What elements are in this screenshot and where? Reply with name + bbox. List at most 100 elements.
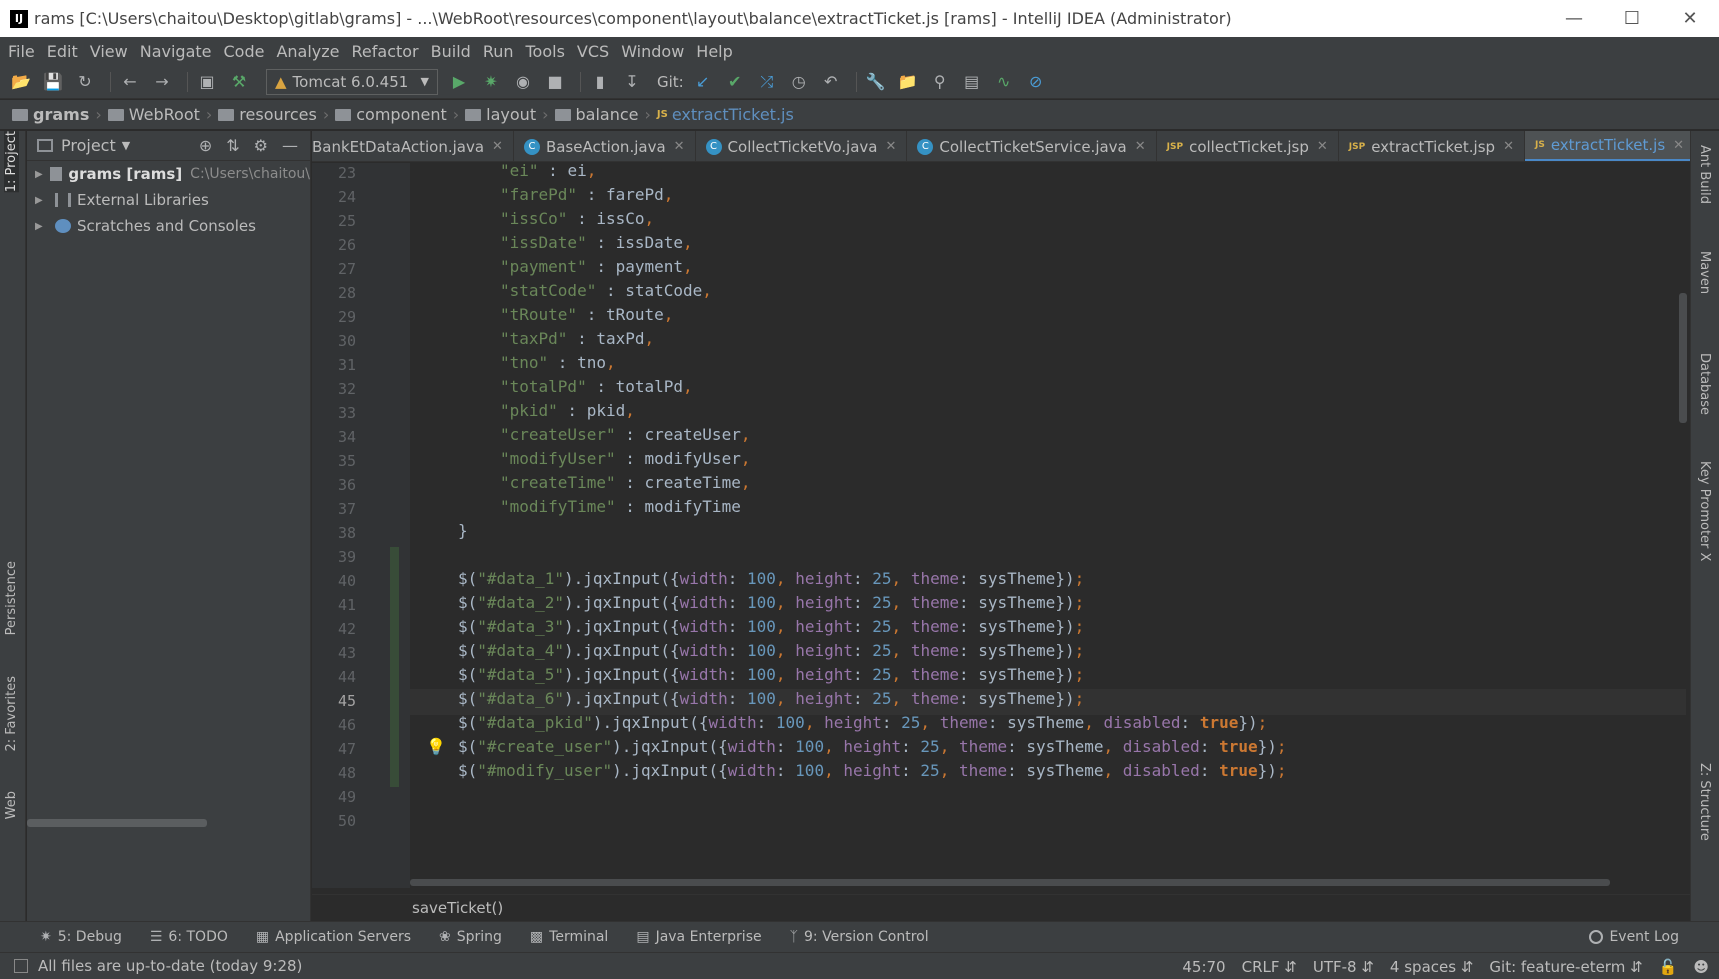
todo-tool-button[interactable]: ☰ 6: TODO [150,929,228,945]
code-line[interactable]: } [458,521,468,547]
close-tab-icon[interactable]: ✕ [1503,139,1514,154]
tab-bank-et-data-action[interactable]: BankEtDataAction.java ✕ [312,131,514,161]
tab-collect-ticket-jsp[interactable]: JSP collectTicket.jsp ✕ [1157,131,1339,161]
code-line[interactable]: $("#data_5").jqxInput({width: 100, heigh… [458,665,1084,691]
run-icon[interactable]: ▶ [446,69,472,95]
menu-edit[interactable]: Edit [43,42,82,61]
code-line[interactable]: $("#data_1").jqxInput({width: 100, heigh… [458,569,1084,595]
version-control-tool-button[interactable]: ᛉ 9: Version Control [790,929,929,945]
save-icon[interactable]: 💾 [40,69,66,95]
method-breadcrumb-label[interactable]: saveTicket() [412,899,503,917]
code-line[interactable]: "payment" : payment, [500,257,693,283]
ant-build-tool-button[interactable]: Ant Build [1697,145,1712,204]
chevron-down-icon[interactable]: ▼ [122,139,130,152]
code-line[interactable]: "tRoute" : tRoute, [500,305,673,331]
close-tab-icon[interactable]: ✕ [492,139,503,154]
breadcrumb-layout[interactable]: layout › [465,105,549,124]
menu-window[interactable]: Window [617,42,688,61]
maven-tool-button[interactable]: Maven [1697,251,1712,294]
lightbulb-icon[interactable]: 💡 [426,737,446,756]
code-line[interactable]: "modifyUser" : modifyUser, [500,449,750,475]
code-line[interactable]: "ei" : ei, [500,163,596,187]
forward-arrow-icon[interactable]: → [149,69,175,95]
menu-navigate[interactable]: Navigate [136,42,216,61]
git-update-icon[interactable]: ↙ [690,69,716,95]
git-rollback-icon[interactable]: ↶ [818,69,844,95]
caret-position[interactable]: 45:70 [1182,958,1225,976]
maximize-button[interactable]: ☐ [1603,0,1661,37]
tree-item-grams[interactable]: ▶ grams [rams] C:\Users\chaitou\ [27,161,310,187]
tree-item-scratches[interactable]: ▶ Scratches and Consoles [27,213,310,239]
code-line[interactable]: $("#modify_user").jqxInput({width: 100, … [458,761,1287,787]
toggle-tool-windows-icon[interactable] [14,959,28,973]
breadcrumb-file[interactable]: JS extractTicket.js [657,105,794,124]
web-tool-button[interactable]: Web [4,791,19,819]
git-compare-icon[interactable]: ⤮ [754,69,780,95]
favorites-tool-button[interactable]: 2: Favorites [4,676,19,752]
tree-item-external-libraries[interactable]: ▶ External Libraries [27,187,310,213]
run-configuration-dropdown[interactable]: ▲ Tomcat 6.0.451 ▼ [266,68,438,95]
key-promoter-tool-button[interactable]: Key Promoter X [1697,461,1712,561]
menu-tools[interactable]: Tools [522,42,569,61]
editor-gutter[interactable]: 23 24 25 26 27 28 29 30 31 32 33 34 35 36 37 38 39 40 41 42… [312,163,410,888]
activity-monitor-icon[interactable]: ∿ [991,69,1017,95]
code-line[interactable]: "statCode" : statCode, [500,281,712,307]
tab-extract-ticket-js[interactable]: JS extractTicket.js ✕ [1524,131,1690,161]
breadcrumb-grams[interactable]: grams › [12,105,102,124]
stop-icon[interactable]: ■ [542,69,568,95]
code-line[interactable]: "taxPd" : taxPd, [500,329,654,355]
menu-view[interactable]: View [86,42,132,61]
code-line[interactable]: $("#data_2").jqxInput({width: 100, heigh… [458,593,1084,619]
code-line[interactable]: "modifyTime" : modifyTime [500,497,741,523]
line-separator-selector[interactable]: CRLF ⇵ [1242,958,1297,976]
open-folder-icon[interactable]: 📂 [8,69,34,95]
menu-run[interactable]: Run [479,42,518,61]
code-line[interactable]: $("#data_3").jqxInput({width: 100, heigh… [458,617,1084,643]
hide-panel-icon[interactable]: — [282,136,298,155]
structure-tool-button[interactable]: Z: Structure [1697,763,1712,841]
tab-collect-ticket-vo[interactable]: C CollectTicketVo.java ✕ [696,131,908,161]
code-line[interactable]: $("#data_pkid").jqxInput({width: 100, he… [458,713,1267,739]
menu-vcs[interactable]: VCS [573,42,613,61]
editor-vertical-scrollbar[interactable] [1674,163,1690,875]
collapse-all-icon[interactable]: ⇅ [226,136,239,155]
project-settings-icon[interactable]: 📁 [895,69,921,95]
breadcrumb-webroot[interactable]: WebRoot › [107,105,212,124]
download-icon[interactable]: ↧ [619,69,645,95]
git-branch-selector[interactable]: Git: feature-eterm ⇵ [1489,958,1642,976]
close-tab-icon[interactable]: ✕ [1673,138,1684,153]
menu-refactor[interactable]: Refactor [348,42,423,61]
menu-file[interactable]: File [4,42,39,61]
back-arrow-icon[interactable]: ← [117,69,143,95]
settings-wrench-icon[interactable]: 🔧 [863,69,889,95]
close-button[interactable]: ✕ [1661,0,1719,37]
indent-selector[interactable]: 4 spaces ⇵ [1390,958,1473,976]
locate-crosshair-icon[interactable]: ⊕ [199,136,212,155]
project-view-selector[interactable]: Project [61,136,116,155]
code-line[interactable]: "issCo" : issCo, [500,209,654,235]
tab-collect-ticket-service[interactable]: C CollectTicketService.java ✕ [907,131,1157,161]
code-line[interactable]: "pkid" : pkid, [500,401,635,427]
code-line[interactable]: $("#data_6").jqxInput({width: 100, heigh… [458,689,1084,715]
project-tool-button[interactable]: 1: Project [4,131,19,193]
close-tab-icon[interactable]: ✕ [1135,139,1146,154]
tab-extract-ticket-jsp[interactable]: JSP extractTicket.jsp ✕ [1339,131,1525,161]
inspector-icon[interactable]: ☻ [1693,958,1709,976]
close-tab-icon[interactable]: ✕ [1317,139,1328,154]
debug-tool-button[interactable]: ✷ 5: Debug [40,929,122,945]
expand-triangle-icon[interactable]: ▶ [35,221,55,232]
git-history-icon[interactable]: ◷ [786,69,812,95]
git-commit-icon[interactable]: ✔ [722,69,748,95]
tab-base-action[interactable]: C BaseAction.java ✕ [514,131,696,161]
code-line[interactable]: "issDate" : issDate, [500,233,693,259]
terminal-tool-button[interactable]: ▩ Terminal [530,929,608,945]
lock-icon[interactable]: 🔓 [1659,958,1678,976]
code-line[interactable]: "createUser" : createUser, [500,425,750,451]
java-enterprise-tool-button[interactable]: ▤ Java Enterprise [636,929,761,945]
menu-help[interactable]: Help [692,42,736,61]
code-line[interactable]: "totalPd" : totalPd, [500,377,693,403]
code-line[interactable]: "farePd" : farePd, [500,185,673,211]
code-line[interactable]: "tno" : tno, [500,353,616,379]
terminal-tool-icon[interactable]: ▤ [959,69,985,95]
code-line[interactable]: "createTime" : createTime, [500,473,750,499]
